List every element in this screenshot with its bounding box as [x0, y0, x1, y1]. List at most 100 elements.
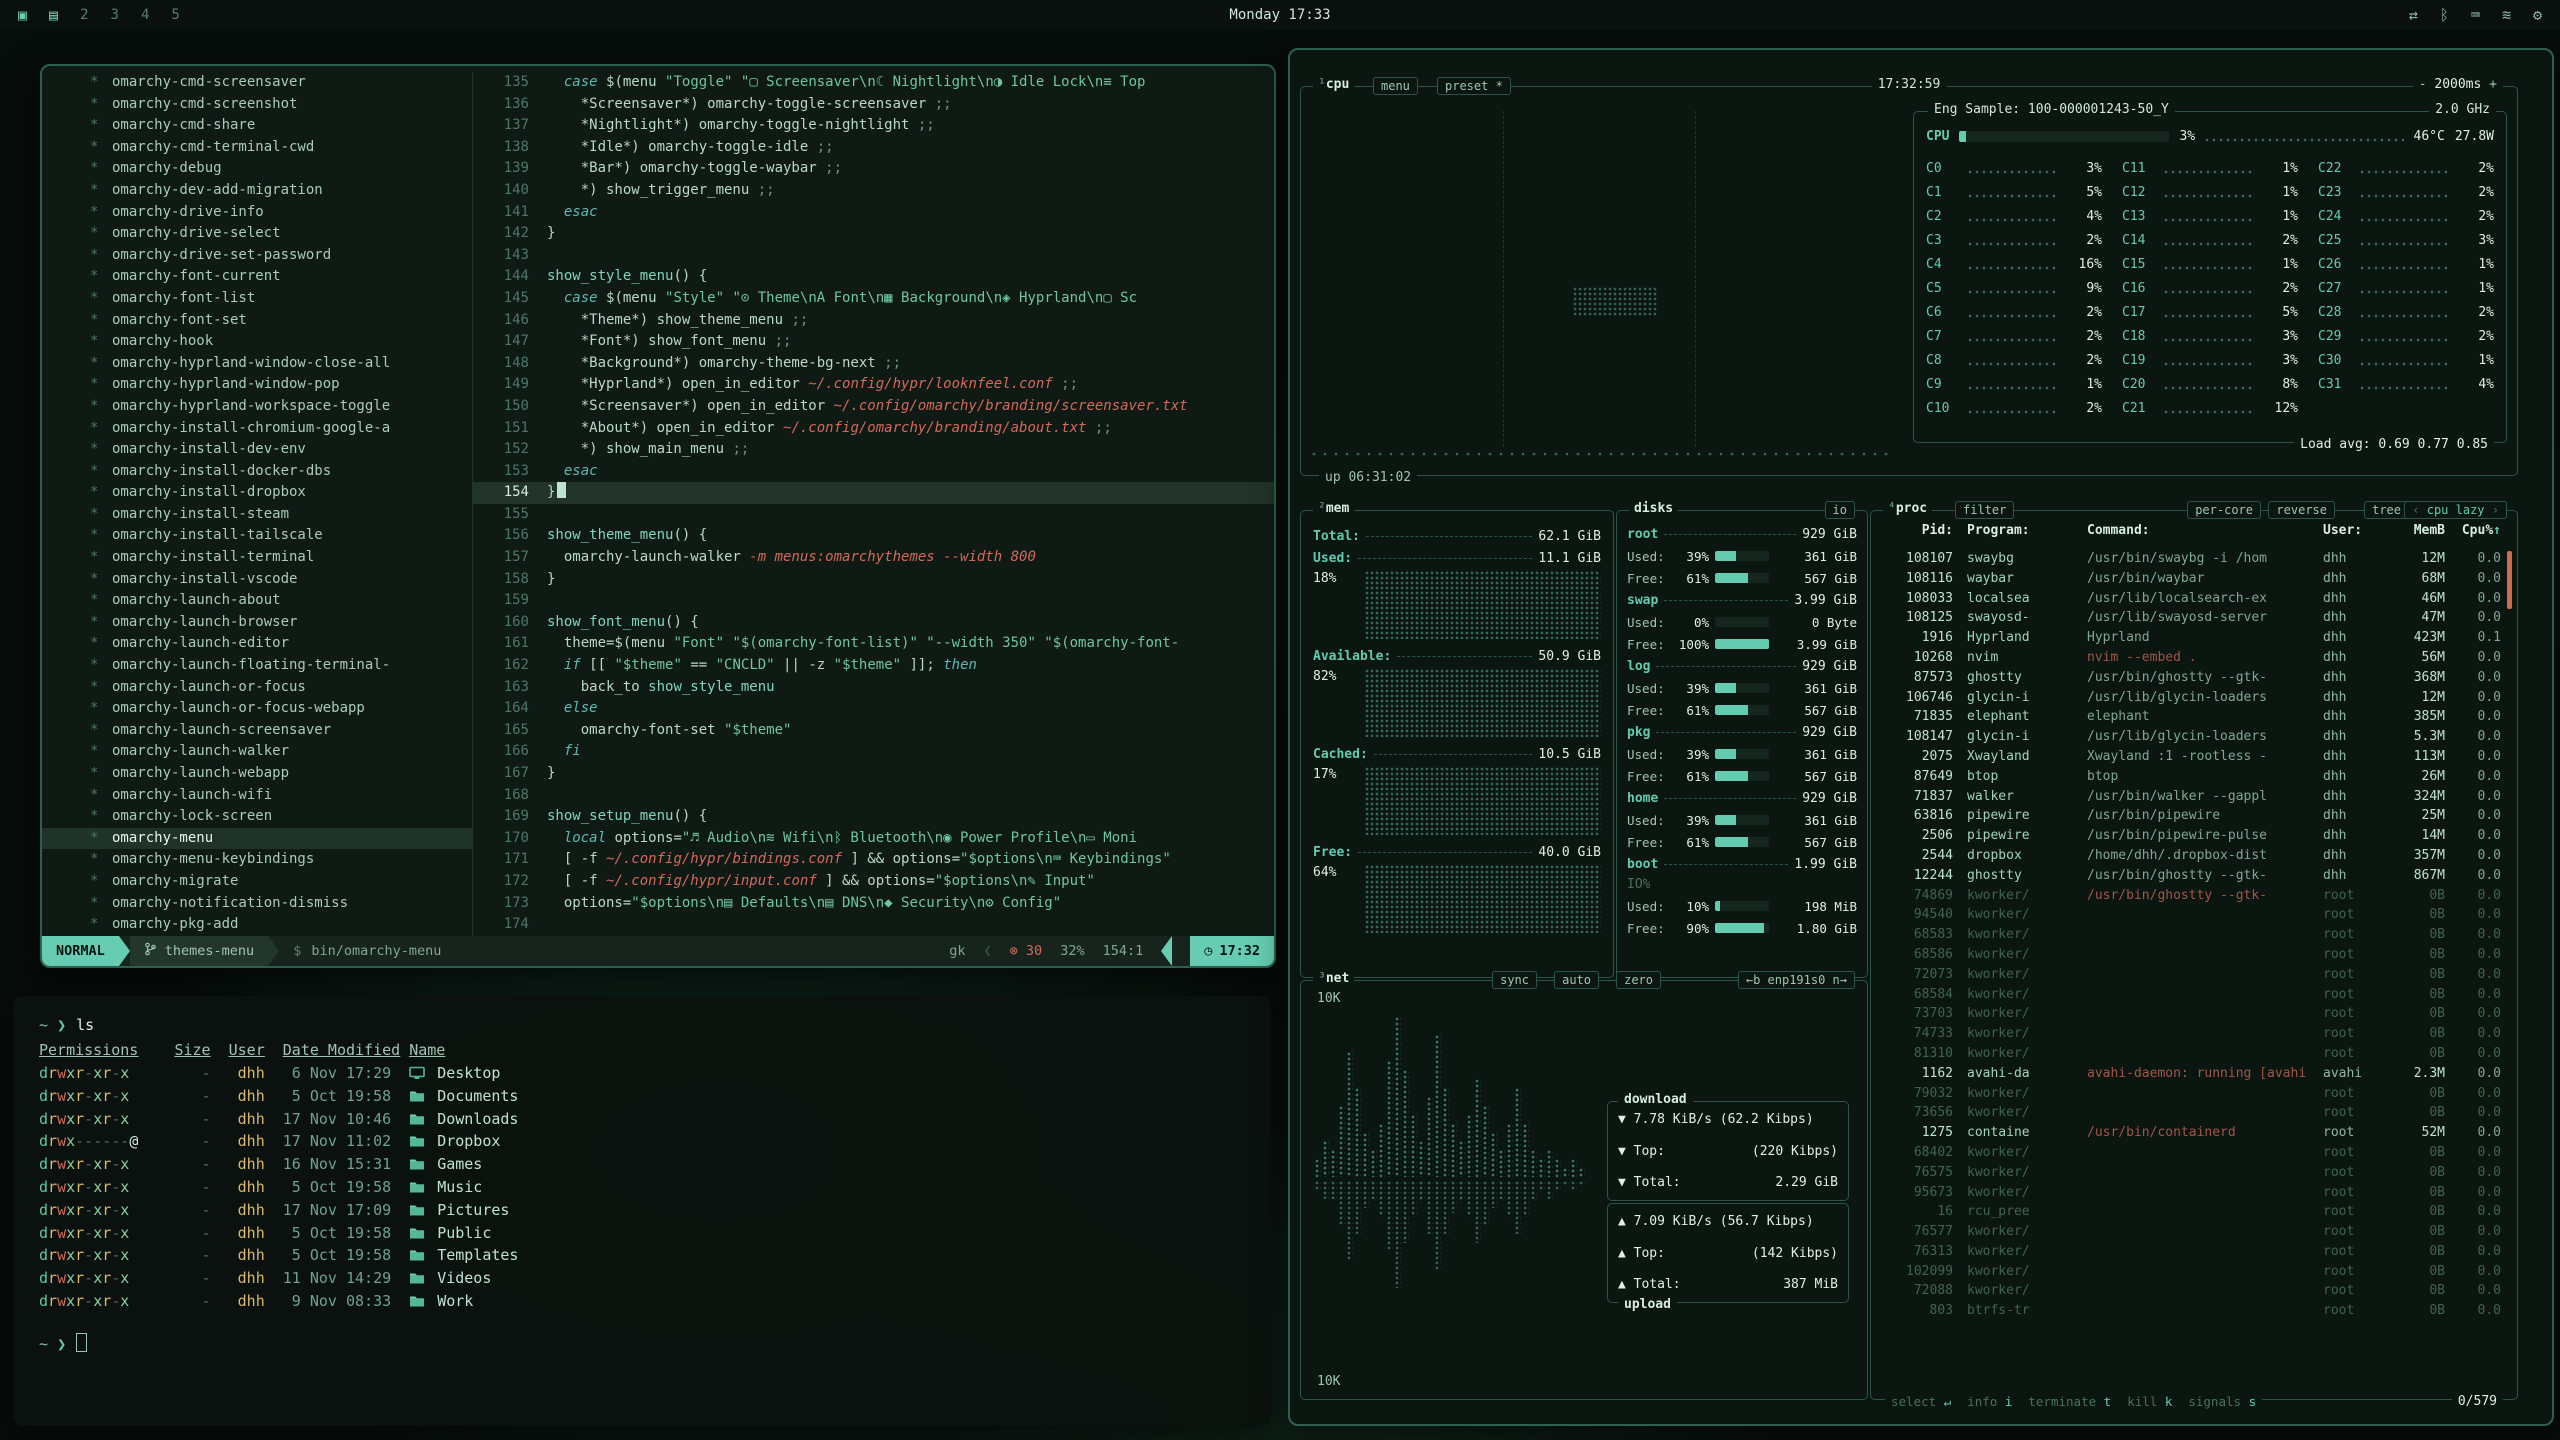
file-item[interactable]: *omarchy-menu	[42, 828, 472, 850]
code-line[interactable]: 156show_theme_menu() {	[473, 525, 1274, 547]
code-line[interactable]: 135 case $(menu "Toggle" "▢ Screensaver\…	[473, 72, 1274, 94]
code-line[interactable]: 138 *Idle*) omarchy-toggle-idle ;;	[473, 137, 1274, 159]
process-row[interactable]: 68586kworker/root0B0.0	[1881, 945, 2501, 965]
code-line[interactable]: 162 if [[ "$theme" == "CNCLD" || -z "$th…	[473, 655, 1274, 677]
process-row[interactable]: 1916HyprlandHyprlanddhh423M0.1	[1881, 628, 2501, 648]
process-row[interactable]: 1275containe/usr/bin/containerdroot52M0.…	[1881, 1123, 2501, 1143]
file-item[interactable]: *omarchy-install-chromium-google-a	[42, 418, 472, 440]
process-row[interactable]: 71837walker/usr/bin/walker --gappldhh324…	[1881, 787, 2501, 807]
file-item[interactable]: *omarchy-pkg-add	[42, 914, 472, 936]
file-item[interactable]: *omarchy-notification-dismiss	[42, 893, 472, 915]
code-line[interactable]: 172 [ -f ~/.config/hypr/input.conf ] && …	[473, 871, 1274, 893]
file-item[interactable]: *omarchy-font-set	[42, 310, 472, 332]
process-row[interactable]: 81310kworker/root0B0.0	[1881, 1044, 2501, 1064]
code-line[interactable]: 171 [ -f ~/.config/hypr/bindings.conf ] …	[473, 849, 1274, 871]
code-line[interactable]: 146 *Theme*) show_theme_menu ;;	[473, 310, 1274, 332]
code-line[interactable]: 159	[473, 590, 1274, 612]
process-row[interactable]: 71835elephantelephantdhh385M0.0	[1881, 707, 2501, 727]
process-row[interactable]: 108116waybar/usr/bin/waybardhh68M0.0	[1881, 569, 2501, 589]
file-item[interactable]: *omarchy-launch-or-focus-webapp	[42, 698, 472, 720]
code-line[interactable]: 143	[473, 245, 1274, 267]
process-row[interactable]: 68584kworker/root0B0.0	[1881, 985, 2501, 1005]
code-line[interactable]: 147 *Font*) show_font_menu ;;	[473, 331, 1274, 353]
file-item[interactable]: *omarchy-launch-about	[42, 590, 472, 612]
filter-button[interactable]: filter	[1955, 501, 2014, 519]
process-row[interactable]: 108147glycin-i/usr/lib/glycin-loadersdhh…	[1881, 727, 2501, 747]
process-row[interactable]: 16rcu_preeroot0B0.0	[1881, 1202, 2501, 1222]
process-row[interactable]: 79032kworker/root0B0.0	[1881, 1084, 2501, 1104]
proc-action-info[interactable]: info i	[1967, 1394, 2012, 1409]
process-row[interactable]: 63816pipewire/usr/bin/pipewiredhh25M0.0	[1881, 806, 2501, 826]
proc-option-per-core[interactable]: per-core	[2187, 501, 2261, 519]
code-line[interactable]: 155	[473, 504, 1274, 526]
workspace-2[interactable]: 2	[80, 7, 88, 23]
code-line[interactable]: 148 *Background*) omarchy-theme-bg-next …	[473, 353, 1274, 375]
file-item[interactable]: *omarchy-install-vscode	[42, 569, 472, 591]
file-item[interactable]: *omarchy-install-dev-env	[42, 439, 472, 461]
file-item[interactable]: *omarchy-hook	[42, 331, 472, 353]
code-line[interactable]: 165 omarchy-font-set "$theme"	[473, 720, 1274, 742]
process-row[interactable]: 76313kworker/root0B0.0	[1881, 1242, 2501, 1262]
process-row[interactable]: 73703kworker/root0B0.0	[1881, 1004, 2501, 1024]
file-item[interactable]: *omarchy-launch-or-focus	[42, 677, 472, 699]
file-item[interactable]: *omarchy-font-list	[42, 288, 472, 310]
net-interface-button[interactable]: ←b enp191s0 n→	[1738, 971, 1855, 989]
proc-action-terminate[interactable]: terminate t	[2028, 1394, 2111, 1409]
code-line[interactable]: 166 fi	[473, 741, 1274, 763]
process-row[interactable]: 108125swayosd-/usr/lib/swayosd-serverdhh…	[1881, 608, 2501, 628]
process-row[interactable]: 72088kworker/root0B0.0	[1881, 1281, 2501, 1301]
process-row[interactable]: 95673kworker/root0B0.0	[1881, 1183, 2501, 1203]
code-line[interactable]: 164 else	[473, 698, 1274, 720]
header-command[interactable]: Command:	[2079, 523, 2323, 538]
file-item[interactable]: *omarchy-install-steam	[42, 504, 472, 526]
file-item[interactable]: *omarchy-launch-browser	[42, 612, 472, 634]
screencast-icon[interactable]: ⇄	[2409, 6, 2418, 24]
file-item[interactable]: *omarchy-install-tailscale	[42, 525, 472, 547]
net-tab-auto[interactable]: auto	[1554, 971, 1599, 989]
file-item[interactable]: *omarchy-cmd-terminal-cwd	[42, 137, 472, 159]
code-line[interactable]: 151 *About*) open_in_editor ~/.config/om…	[473, 418, 1274, 440]
process-row[interactable]: 1162avahi-daavahi-daemon: running [avahi…	[1881, 1064, 2501, 1084]
disks-panel-title[interactable]: disks	[1629, 501, 1678, 516]
code-line[interactable]: 173 options="$options\n▤ Defaults\n▤ DNS…	[473, 893, 1274, 915]
code-line[interactable]: 161 theme=$(menu "Font" "$(omarchy-font-…	[473, 633, 1274, 655]
code-line[interactable]: 139 *Bar*) omarchy-toggle-waybar ;;	[473, 158, 1274, 180]
code-line[interactable]: 137 *Nightlight*) omarchy-toggle-nightli…	[473, 115, 1274, 137]
net-tab-zero[interactable]: zero	[1616, 971, 1661, 989]
process-row[interactable]: 72073kworker/root0B0.0	[1881, 965, 2501, 985]
file-item[interactable]: *omarchy-cmd-screenshot	[42, 94, 472, 116]
file-item[interactable]: *omarchy-launch-editor	[42, 633, 472, 655]
code-line[interactable]: 136 *Screensaver*) omarchy-toggle-screen…	[473, 94, 1274, 116]
file-item[interactable]: *omarchy-launch-wifi	[42, 785, 472, 807]
code-line[interactable]: 154}	[473, 482, 1274, 504]
process-row[interactable]: 12244ghostty/usr/bin/ghostty --gtk-dhh86…	[1881, 866, 2501, 886]
file-item[interactable]: *omarchy-install-terminal	[42, 547, 472, 569]
process-row[interactable]: 2075XwaylandXwayland :1 -rootless -dhh11…	[1881, 747, 2501, 767]
code-line[interactable]: 174	[473, 914, 1274, 936]
process-row[interactable]: 108033localsea/usr/lib/localsearch-exdhh…	[1881, 589, 2501, 609]
code-line[interactable]: 167}	[473, 763, 1274, 785]
terminal-app-icon[interactable]: ▣	[18, 6, 27, 24]
code-line[interactable]: 160show_font_menu() {	[473, 612, 1274, 634]
process-row[interactable]: 2544dropbox/home/dhh/.dropbox-distdhh357…	[1881, 846, 2501, 866]
wifi-icon[interactable]: ≋	[2502, 6, 2511, 24]
code-line[interactable]: 158}	[473, 569, 1274, 591]
gear-icon[interactable]: ⚙	[2533, 6, 2542, 24]
proc-action-signals[interactable]: signals s	[2188, 1394, 2256, 1409]
file-item[interactable]: *omarchy-launch-webapp	[42, 763, 472, 785]
file-item[interactable]: *omarchy-debug	[42, 158, 472, 180]
process-row[interactable]: 87649btopbtopdhh26M0.0	[1881, 767, 2501, 787]
header-pid[interactable]: Pid:	[1881, 523, 1953, 538]
file-item[interactable]: *omarchy-launch-floating-terminal-	[42, 655, 472, 677]
file-item[interactable]: *omarchy-cmd-screensaver	[42, 72, 472, 94]
file-item[interactable]: *omarchy-migrate	[42, 871, 472, 893]
bluetooth-icon[interactable]: ᛒ	[2440, 6, 2449, 24]
file-item[interactable]: *omarchy-hyprland-window-pop	[42, 374, 472, 396]
proc-option-tree[interactable]: tree	[2364, 501, 2409, 519]
sort-mode-button[interactable]: ‹ cpu lazy ›	[2404, 501, 2507, 519]
process-row[interactable]: 76577kworker/root0B0.0	[1881, 1222, 2501, 1242]
workspace-5[interactable]: 5	[171, 7, 179, 23]
proc-action-kill[interactable]: kill k	[2127, 1394, 2172, 1409]
process-row[interactable]: 74733kworker/root0B0.0	[1881, 1024, 2501, 1044]
mem-panel-title[interactable]: ²mem	[1313, 501, 1354, 516]
